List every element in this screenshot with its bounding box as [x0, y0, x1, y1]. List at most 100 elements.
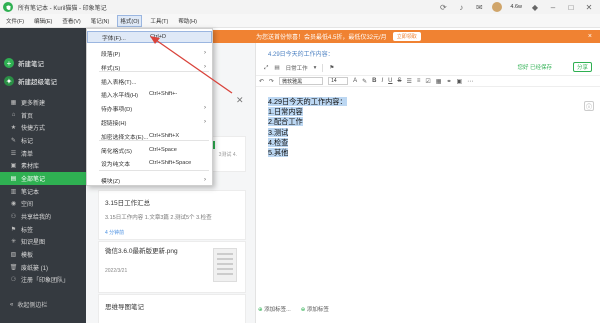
- chevron-down-icon[interactable]: ▾: [314, 65, 317, 71]
- menu-tools[interactable]: 工具(T): [148, 16, 170, 26]
- menu-edit[interactable]: 编辑(E): [32, 16, 54, 26]
- image-icon[interactable]: ▣: [456, 78, 462, 85]
- menu-item-label: 段落(P): [101, 51, 121, 58]
- banner-claim-button[interactable]: 立即领取: [392, 32, 421, 41]
- close-list-icon[interactable]: ✕: [236, 95, 244, 106]
- table-icon[interactable]: ▦: [436, 78, 442, 85]
- note-line: 4.检查: [268, 137, 289, 147]
- sidebar-item-label: 知识星图: [21, 240, 46, 247]
- font-size-select[interactable]: 14: [328, 77, 349, 85]
- sidebar-item[interactable]: ⚑ 标签: [0, 223, 86, 236]
- menu-note[interactable]: 笔记(N): [89, 16, 112, 26]
- collapse-sidebar-button[interactable]: « 收起侧边栏: [10, 300, 47, 310]
- close-icon[interactable]: ✕: [584, 2, 594, 12]
- diamond-icon[interactable]: ◆: [530, 2, 540, 12]
- italic-icon[interactable]: I: [381, 78, 383, 84]
- new-note-label: 新建笔记: [18, 61, 44, 68]
- card-snippet: 3.15日工作内容 1.文章3篇 2.测试5个 3.检查: [105, 215, 212, 221]
- sidebar-item[interactable]: ✳ 知识星图: [0, 236, 86, 249]
- menu-help[interactable]: 帮助(H): [176, 16, 199, 26]
- bold-icon[interactable]: B: [372, 78, 376, 84]
- note-title[interactable]: 4.29日今天的工作内容：: [268, 49, 334, 58]
- menu-item[interactable]: 插入表格(T)...: [87, 75, 212, 87]
- note-body[interactable]: 4.29日今天的工作内容： 1.日常内容 2.配合工作 3.测试 4.检查 5.…: [268, 97, 347, 158]
- menu-item[interactable]: 简化格式(S) Ctrl+Space: [87, 144, 212, 156]
- font-select[interactable]: 微软雅黑: [279, 77, 324, 85]
- sidebar-item-icon: ⌂: [11, 112, 16, 119]
- sidebar-item-icon: ✳: [10, 239, 17, 246]
- strikethrough-icon[interactable]: S: [397, 78, 401, 84]
- menu-item[interactable]: 设为纯文本 Ctrl+Shift+Space: [87, 157, 212, 169]
- underline-icon[interactable]: U: [388, 78, 392, 84]
- new-super-note-label: 新建超级笔记: [18, 79, 57, 86]
- info-icon[interactable]: ⓘ: [584, 101, 594, 111]
- sidebar-item[interactable]: ★ 快捷方式: [0, 121, 86, 134]
- menu-separator: [99, 71, 209, 72]
- list-item[interactable]: 微信3.6.0最新版更新.png 2022/3/21: [98, 241, 246, 293]
- add-label-button[interactable]: ⊕ 添加标签: [301, 305, 329, 313]
- menu-item[interactable]: 模块(Z) ›: [87, 174, 212, 186]
- sidebar-item[interactable]: ⚆ 注册「印象团队」: [0, 274, 86, 287]
- sidebar-item-label: 首页: [21, 113, 34, 120]
- sidebar-item[interactable]: 🗑 废纸篓 (1): [0, 261, 86, 274]
- menu-item-shortcut: Ctrl+Shift+Space: [149, 160, 192, 166]
- sidebar-item[interactable]: ☰ 清单: [0, 147, 86, 160]
- sidebar-item[interactable]: ⚇ 共享给我的: [0, 210, 86, 223]
- bullet-list-icon[interactable]: ☰: [406, 78, 411, 85]
- plus-icon: +: [4, 58, 14, 68]
- numbered-list-icon[interactable]: ≡: [417, 78, 421, 84]
- bell-icon[interactable]: ♪: [456, 2, 466, 12]
- sidebar-item[interactable]: ▧ 模板: [0, 248, 86, 261]
- sidebar-item[interactable]: ✎ 标记: [0, 134, 86, 147]
- menu-file[interactable]: 文件(F): [4, 16, 26, 26]
- banner-close-icon[interactable]: ×: [588, 33, 592, 40]
- share-button[interactable]: 分享: [572, 62, 592, 72]
- tag-icon[interactable]: ⚑: [329, 65, 334, 71]
- maximize-icon[interactable]: □: [566, 2, 576, 12]
- font-color-icon[interactable]: A: [353, 78, 357, 84]
- more-icon[interactable]: ⋯: [467, 78, 473, 85]
- minimize-icon[interactable]: –: [548, 2, 558, 12]
- link-icon[interactable]: ⚭: [446, 78, 451, 85]
- sidebar-item-label: 废纸篓 (1): [21, 265, 49, 272]
- sidebar-item-label: 素材库: [21, 164, 40, 171]
- expand-icon[interactable]: ⤢: [264, 65, 268, 72]
- sidebar-item-label: 共享给我的: [21, 215, 52, 222]
- menu-item[interactable]: 待办事项(D) ›: [87, 102, 212, 114]
- menu-item-shortcut: Ctrl+Space: [149, 147, 177, 153]
- sync-icon[interactable]: ⟳: [438, 2, 448, 12]
- menu-view[interactable]: 查看(V): [60, 16, 82, 26]
- window-title: 所有笔记本 - Kuril猫猫 - 印象笔记: [18, 5, 107, 12]
- notebook-name[interactable]: 日常工作: [286, 64, 308, 72]
- chevron-right-icon: ›: [204, 177, 206, 183]
- sidebar-item-label: 清单: [21, 151, 34, 158]
- gift-icon[interactable]: ✉: [474, 2, 484, 12]
- editor-footer: ⊕ 添加标签... ⊕ 添加标签: [258, 305, 329, 313]
- sidebar-item[interactable]: ⌂ 首页: [0, 109, 86, 122]
- list-item[interactable]: 思维导图笔记: [98, 294, 246, 323]
- sidebar-item[interactable]: ▥ 笔记本: [0, 185, 86, 198]
- menu-item[interactable]: 字体(F)... Ctrl+D: [87, 31, 212, 43]
- redo-icon[interactable]: ↷: [269, 78, 274, 85]
- undo-icon[interactable]: ↶: [259, 78, 264, 85]
- sidebar-item-label: 注册「印象团队」: [21, 278, 70, 285]
- checkbox-icon[interactable]: ☑: [425, 78, 430, 85]
- menu-format[interactable]: 格式(O): [117, 14, 143, 27]
- menu-item[interactable]: 插入水平线(H) Ctrl+Shift+-: [87, 88, 212, 100]
- menu-item[interactable]: 超链接(H) ›: [87, 116, 212, 128]
- avatar[interactable]: [492, 2, 503, 12]
- new-note-button[interactable]: + 新建笔记: [4, 56, 84, 70]
- sidebar-item[interactable]: ▦ 更多新建: [0, 96, 86, 109]
- title-bar: 所有笔记本 - Kuril猫猫 - 印象笔记 ⟳ ♪ ✉ 4.6w ◆ – □ …: [0, 0, 600, 14]
- list-item[interactable]: 3.15日工作汇总 3.15日工作内容 1.文章3篇 2.测试5个 3.检查 4…: [98, 190, 246, 240]
- sidebar-item[interactable]: ◉ 空间: [0, 198, 86, 211]
- sidebar-item[interactable]: ▤ 全部笔记: [0, 172, 86, 185]
- title-bar-controls: ⟳ ♪ ✉ 4.6w ◆ – □ ✕: [438, 0, 600, 14]
- menu-item[interactable]: 段落(P) ›: [87, 47, 212, 59]
- sidebar-item-icon: ⚑: [10, 226, 17, 233]
- sidebar-item[interactable]: ▣ 素材库: [0, 159, 86, 172]
- evernote-logo-icon: [3, 2, 13, 12]
- new-super-note-button[interactable]: ✦ 新建超级笔记: [4, 74, 84, 88]
- add-tag-button[interactable]: ⊕ 添加标签...: [258, 305, 291, 313]
- highlight-icon[interactable]: ✎: [362, 78, 367, 85]
